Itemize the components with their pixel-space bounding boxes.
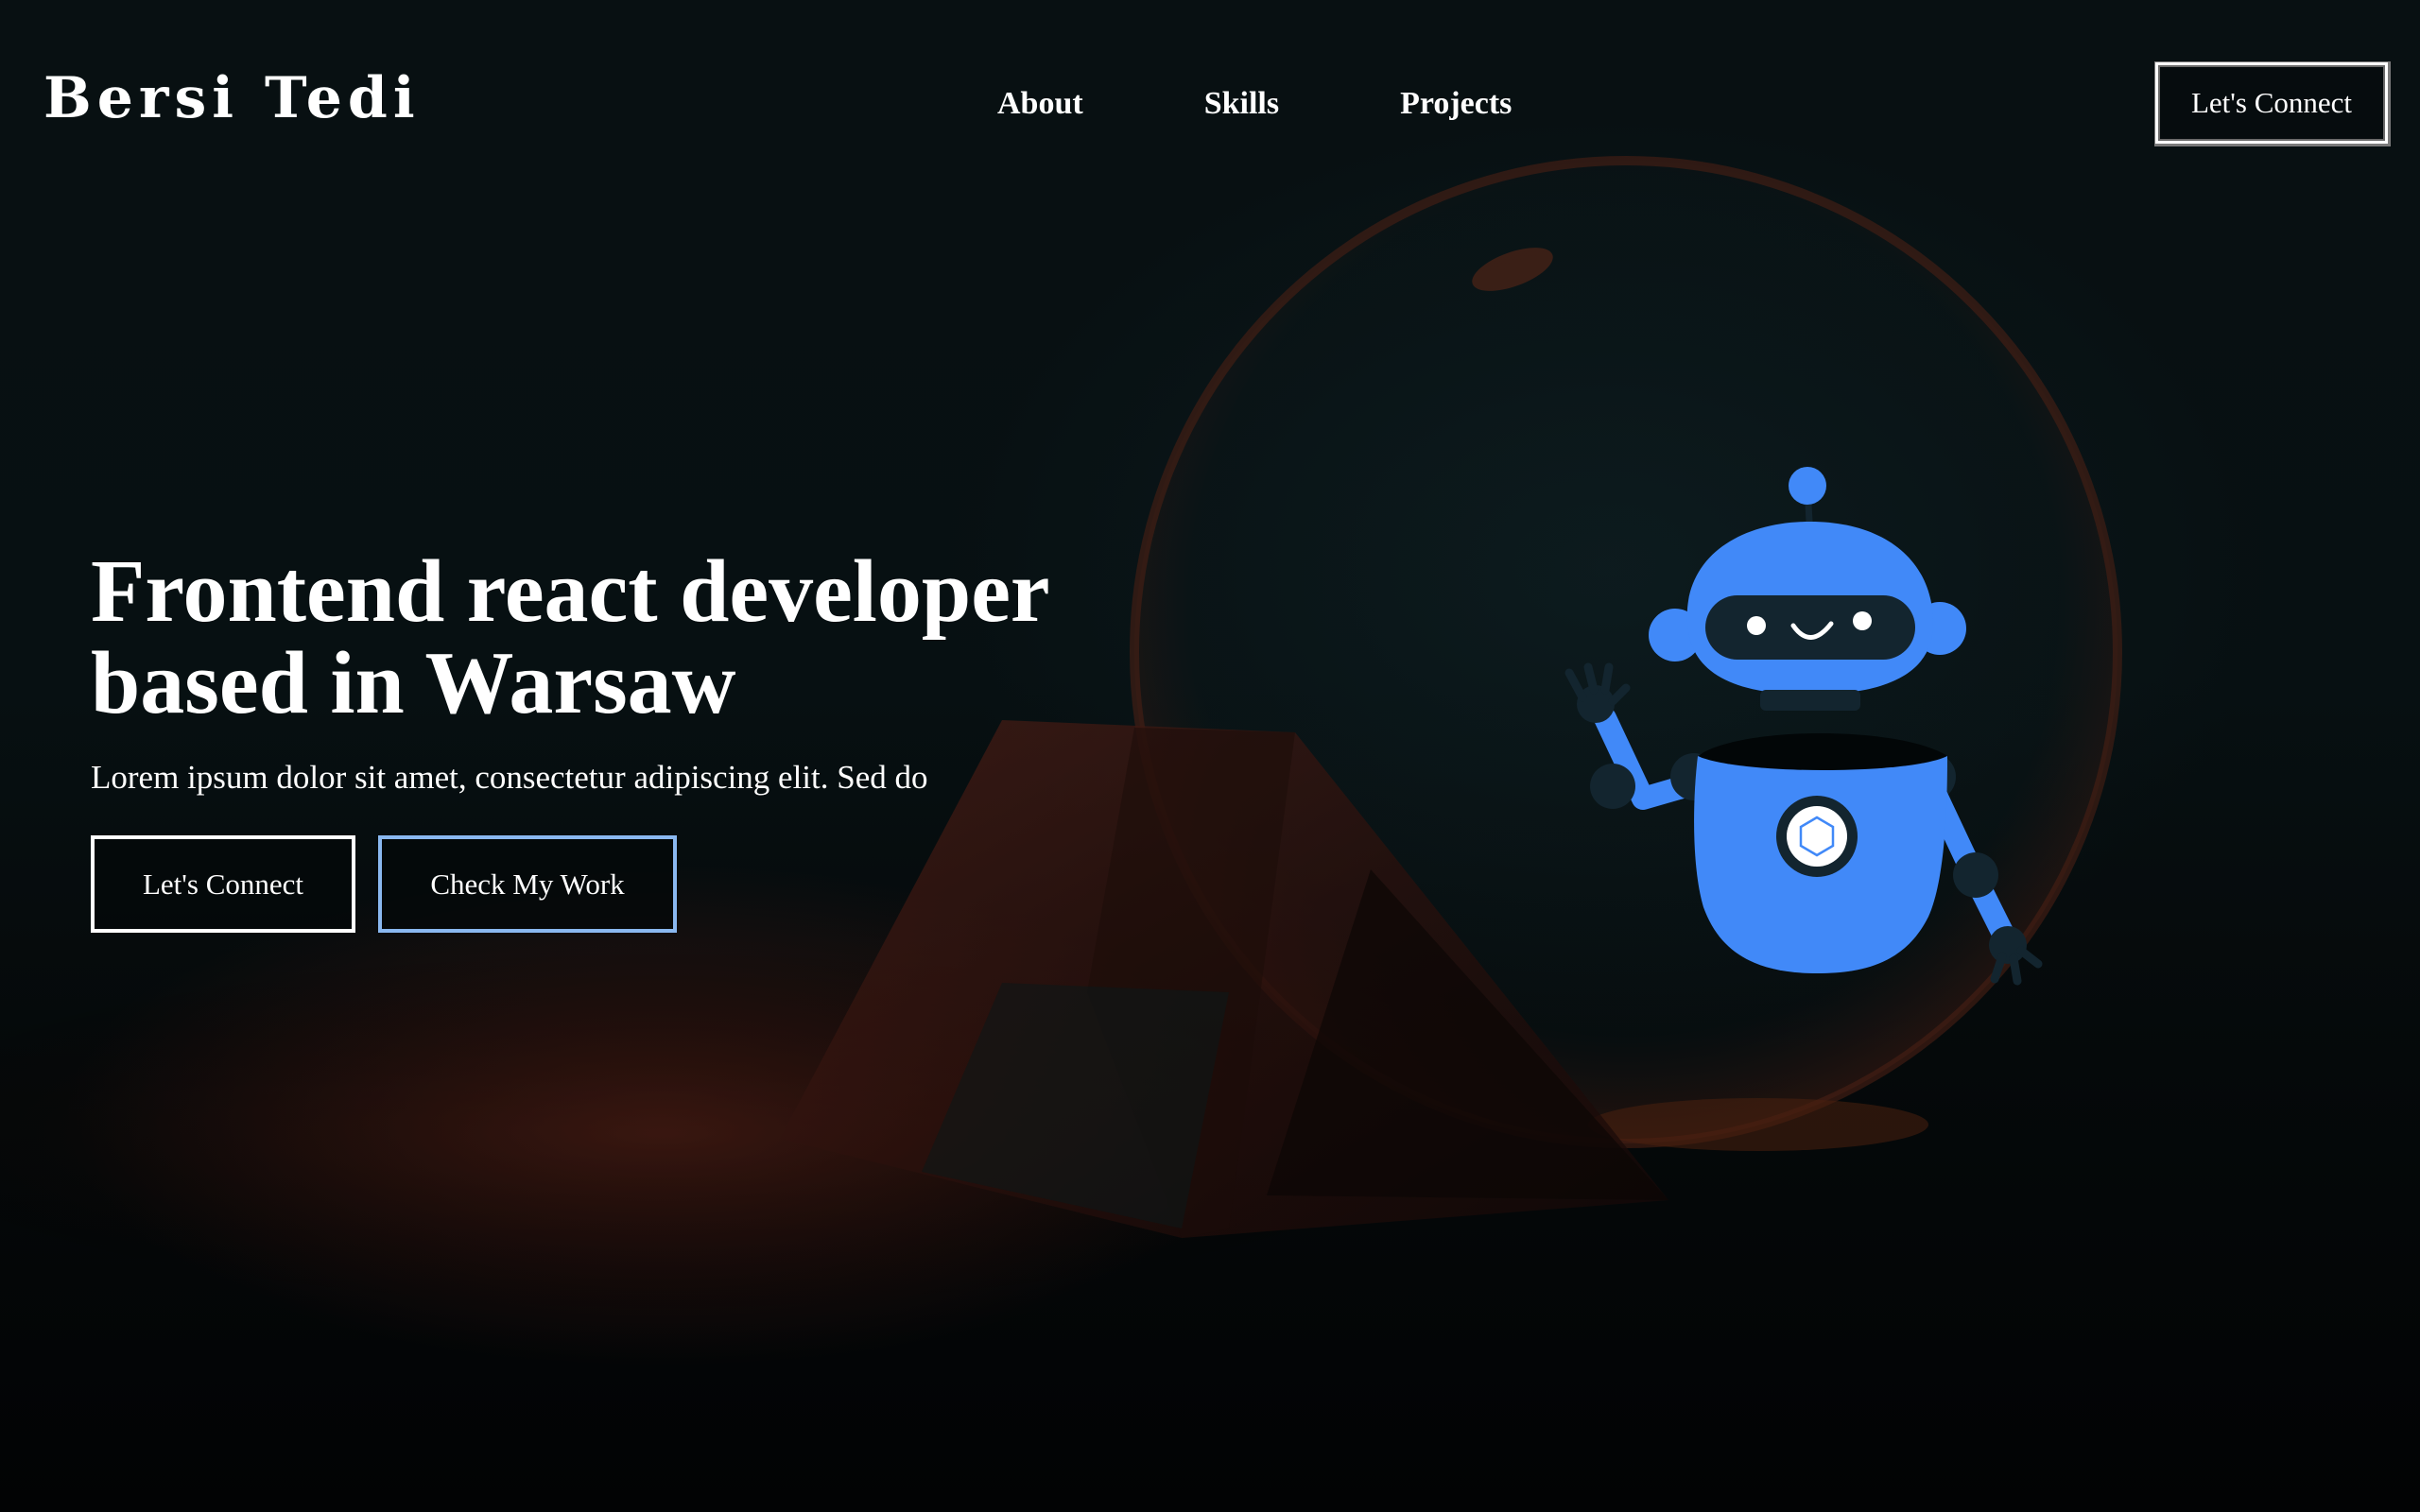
site-logo[interactable]: Bersi Tedi [43, 70, 421, 127]
robot-illustration-icon [1564, 467, 2043, 986]
hero-title-line-2: based in Warsaw [91, 634, 736, 732]
check-my-work-button[interactable]: Check My Work [378, 835, 677, 933]
nav-link-projects[interactable]: Projects [1400, 83, 1512, 125]
hero-title: Frontend react developer based in Warsaw [91, 546, 1225, 730]
landing-page: Bersi Tedi About Skills Projects Let's C… [0, 0, 2420, 1512]
sphere-shadow [1588, 1098, 1928, 1151]
hero-title-line-1: Frontend react developer [91, 542, 1050, 641]
hero-subtitle: Lorem ipsum dolor sit amet, consectetur … [91, 759, 928, 796]
nav-link-about[interactable]: About [997, 83, 1083, 125]
header-connect-button[interactable]: Let's Connect [2155, 62, 2388, 144]
main-nav: About Skills Projects [997, 83, 1512, 125]
nav-link-skills[interactable]: Skills [1204, 83, 1279, 125]
hero-connect-button[interactable]: Let's Connect [91, 835, 355, 933]
